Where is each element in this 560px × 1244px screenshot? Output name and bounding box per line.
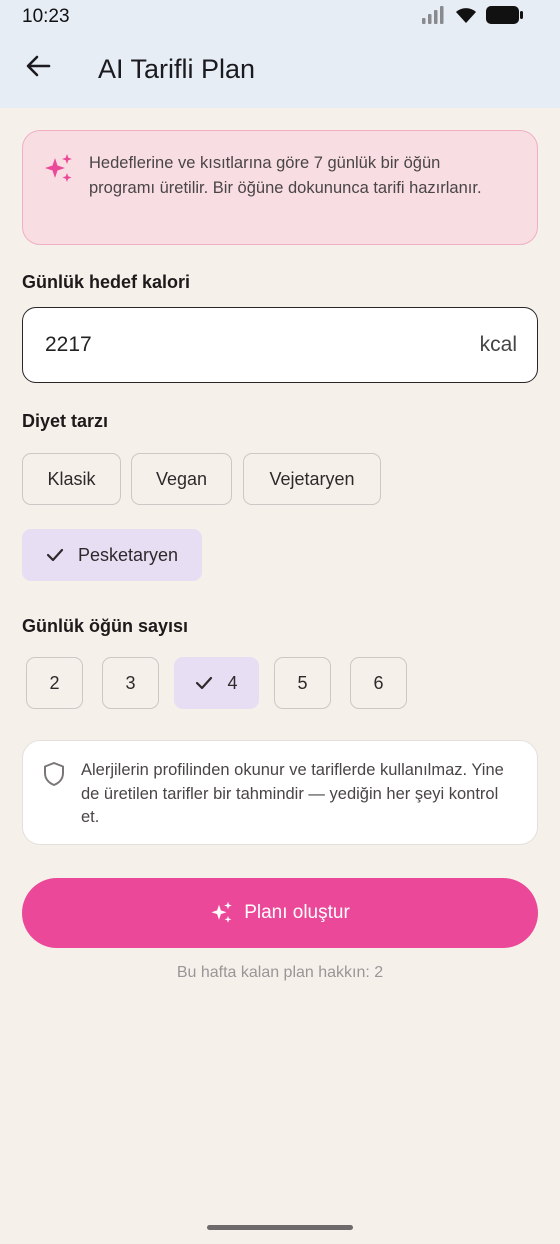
app-bar: AI Tarifli Plan [0, 32, 560, 108]
quota-text: Bu hafta kalan plan hakkın: 2 [176, 964, 384, 981]
calorie-value: 2217 [45, 333, 92, 356]
page-title: AI Tarifli Plan [98, 54, 256, 84]
meals-label: Günlük öğün sayısı [22, 616, 189, 636]
calorie-label: Günlük hedef kalori [22, 272, 191, 292]
calorie-input[interactable]: 2217 kcal [22, 307, 538, 383]
chip-label: Klasik [47, 468, 96, 489]
arrow-left-icon [25, 53, 51, 84]
wifi-icon [454, 6, 478, 29]
diet-chip-pesketaryen[interactable]: Pesketaryen [22, 529, 202, 581]
chip-label: 4 [227, 672, 238, 693]
meal-chip-4[interactable]: 4 [174, 657, 259, 709]
diet-chip-vejetaryen[interactable]: Vejetaryen [243, 453, 381, 505]
meal-chip-3[interactable]: 3 [102, 657, 159, 709]
calorie-unit: kcal [479, 333, 517, 356]
diet-label: Diyet tarzı [22, 411, 109, 431]
home-indicator[interactable] [207, 1225, 353, 1230]
create-plan-button[interactable]: Planı oluştur [22, 878, 538, 948]
chip-label: Vegan [155, 468, 208, 489]
meal-chip-6[interactable]: 6 [350, 657, 407, 709]
chip-label: Vejetaryen [269, 468, 355, 489]
battery-icon [486, 5, 524, 30]
allergy-note-card: Alerjilerin profilinden okunur ve tarifl… [22, 740, 538, 845]
shield-icon [43, 761, 65, 792]
sparkle-icon [43, 153, 75, 190]
status-bar: 10:23 [0, 0, 560, 32]
status-time: 10:23 [22, 6, 70, 27]
create-plan-label: Planı oluştur [244, 902, 350, 923]
info-card: Hedeflerine ve kısıtlarına göre 7 günlük… [22, 130, 538, 245]
status-icons [422, 5, 524, 30]
chip-label: 2 [49, 672, 60, 693]
check-icon [46, 548, 64, 562]
allergy-note-text: Alerjilerin profilinden okunur ve tarifl… [81, 761, 504, 826]
meal-chip-2[interactable]: 2 [26, 657, 83, 709]
signal-icon [422, 6, 446, 29]
check-icon [195, 676, 213, 690]
back-button[interactable] [16, 46, 60, 90]
chip-label: 3 [125, 672, 136, 693]
info-text: Hedeflerine ve kısıtlarına göre 7 günlük… [89, 154, 482, 197]
chip-label: 6 [373, 672, 384, 693]
sparkle-icon [210, 901, 234, 925]
chip-label: Pesketaryen [77, 544, 179, 565]
diet-chip-klasik[interactable]: Klasik [22, 453, 121, 505]
meal-chip-5[interactable]: 5 [274, 657, 331, 709]
diet-chip-vegan[interactable]: Vegan [131, 453, 232, 505]
chip-label: 5 [297, 672, 308, 693]
